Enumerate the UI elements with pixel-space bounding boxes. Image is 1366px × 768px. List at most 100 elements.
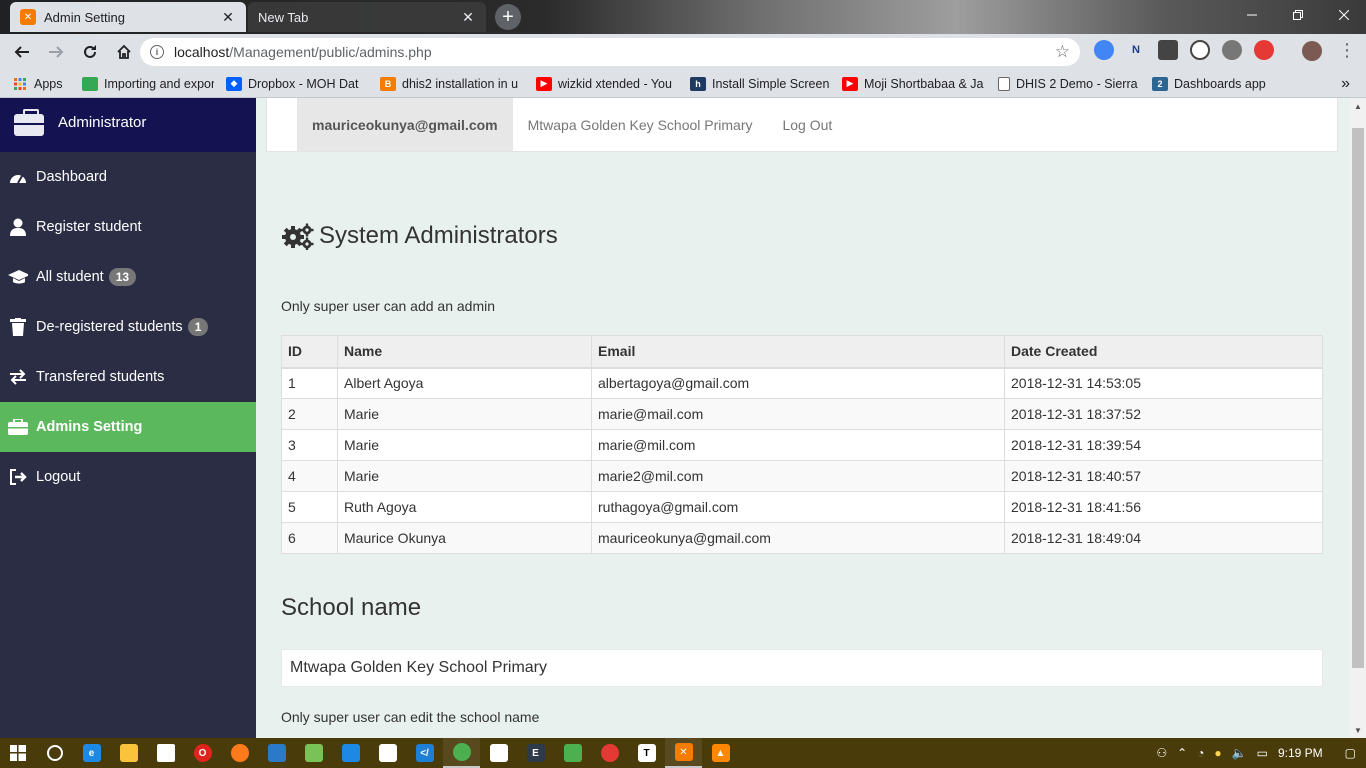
tab-title: Admin Setting — [44, 9, 125, 25]
taskbar-clock[interactable]: 9:19 PM — [1278, 746, 1323, 760]
cell-date: 2018-12-31 18:39:54 — [1004, 429, 1323, 461]
vlc-icon[interactable]: ▲ — [702, 738, 739, 768]
trash-icon — [8, 317, 28, 337]
profile-avatar[interactable] — [1302, 41, 1322, 61]
bookmark-dashboards-app[interactable]: 2 Dashboards app — [1152, 76, 1282, 91]
bookmark-dhis2-demo[interactable]: DHIS 2 Demo - Sierra — [998, 76, 1140, 91]
edge-icon[interactable]: e — [73, 738, 110, 768]
security-icon[interactable]: ● — [1214, 746, 1221, 760]
paint-icon[interactable] — [480, 738, 517, 768]
wifi-icon[interactable]: ◔ — [1197, 746, 1204, 760]
school-name-field[interactable]: Mtwapa Golden Key School Primary — [281, 649, 1323, 687]
sidebar-item-admins-setting[interactable]: Admins Setting — [0, 402, 256, 452]
firefox-icon[interactable] — [221, 738, 258, 768]
vscode-icon[interactable]: </ — [406, 738, 443, 768]
scroll-up-icon[interactable]: ▲ — [1350, 98, 1366, 114]
sidebar-item-label: Admins Setting — [36, 419, 143, 435]
restore-button[interactable] — [1275, 0, 1321, 30]
nav-school-name[interactable]: Mtwapa Golden Key School Primary — [513, 98, 768, 151]
bookmark-moji[interactable]: ▶ Moji Shortbabaa & Ja — [842, 76, 986, 91]
sidebar-item-dashboard[interactable]: Dashboard — [0, 152, 256, 202]
dhis2-icon: 2 — [1152, 76, 1168, 91]
bookmark-install-simple-screen[interactable]: h Install Simple Screen — [690, 76, 830, 91]
adblock-extension-icon[interactable] — [1254, 40, 1274, 60]
page-scrollbar[interactable]: ▲ ▼ — [1350, 98, 1366, 738]
browser-menu-icon[interactable]: ⋮ — [1338, 40, 1356, 61]
n-extension-icon[interactable]: N — [1126, 40, 1146, 60]
file-explorer-icon[interactable] — [110, 738, 147, 768]
sidebar-item-logout[interactable]: Logout — [0, 452, 256, 502]
address-bar[interactable]: i localhost/Management/public/admins.php… — [140, 38, 1080, 66]
home-button[interactable] — [108, 36, 140, 68]
start-button[interactable] — [0, 738, 36, 768]
count-badge: 13 — [108, 268, 137, 286]
eclipse-icon[interactable]: E — [517, 738, 554, 768]
sidebar-item-de-registered-students[interactable]: De-registered students 1 — [0, 302, 256, 352]
spiral-extension-icon[interactable] — [1222, 40, 1242, 60]
cell-name: Marie — [337, 429, 592, 461]
target-app-icon[interactable] — [591, 738, 628, 768]
sidebar-item-register-student[interactable]: Register student — [0, 202, 256, 252]
column-header-id: ID — [281, 335, 338, 369]
sidebar-item-label: Transfered students — [36, 369, 165, 385]
page-title: System Administrators — [281, 216, 1323, 256]
store-icon[interactable] — [147, 738, 184, 768]
mail-icon[interactable] — [369, 738, 406, 768]
bookmark-star-icon[interactable]: ☆ — [1055, 42, 1070, 62]
opera-icon[interactable]: O — [184, 738, 221, 768]
page-icon — [998, 76, 1010, 91]
tab-close-icon[interactable]: ✕ — [460, 9, 476, 25]
briefcase-icon — [14, 109, 44, 136]
browser-tab-strip: ✕ Admin Setting ✕ New Tab ✕ + — [0, 0, 1366, 34]
typora-icon[interactable]: T — [628, 738, 665, 768]
controller-extension-icon[interactable] — [1158, 40, 1178, 60]
back-button[interactable] — [6, 36, 38, 68]
windows-taskbar: e O </ E T ✕ ▲ ⚇ ⌃ ◔ ● 🔈 ▭ 9:19 PM ▢ — [0, 738, 1366, 768]
school-name-note: Only super user can edit the school name — [281, 709, 540, 725]
cell-id: 4 — [281, 460, 338, 492]
sidebar-item-transfered-students[interactable]: Transfered students — [0, 352, 256, 402]
database-icon[interactable] — [554, 738, 591, 768]
tab-new-tab[interactable]: New Tab ✕ — [248, 2, 486, 32]
bookmark-dropbox[interactable]: ◆ Dropbox - MOH Dat — [226, 76, 368, 91]
tab-admin-setting[interactable]: ✕ Admin Setting ✕ — [10, 2, 246, 32]
close-window-button[interactable] — [1321, 0, 1366, 30]
scroll-thumb[interactable] — [1352, 128, 1364, 668]
bookmark-apps[interactable]: Apps — [12, 77, 70, 91]
reload-button[interactable] — [74, 36, 106, 68]
tab-close-icon[interactable]: ✕ — [220, 9, 236, 25]
battery-icon[interactable]: ▭ — [1257, 746, 1268, 760]
admin-notice: Only super user can add an admin — [281, 298, 496, 314]
forward-button[interactable] — [40, 36, 72, 68]
youtube-icon: ▶ — [842, 76, 858, 91]
sidebar: Administrator Dashboard Register student… — [0, 98, 256, 738]
apps-grid-icon — [12, 77, 28, 91]
bookmark-dhis2-installation[interactable]: B dhis2 installation in u — [380, 76, 524, 91]
tab-title: New Tab — [258, 9, 309, 25]
bookmark-importing[interactable]: Importing and expor — [82, 76, 214, 91]
minimize-button[interactable] — [1229, 0, 1275, 30]
sidebar-item-all-student[interactable]: All student 13 — [0, 252, 256, 302]
clock-extension-icon[interactable] — [1190, 40, 1210, 60]
sidebar-item-label: All student — [36, 269, 104, 285]
bookmark-wizkid[interactable]: ▶ wizkid xtended - You — [536, 76, 678, 91]
people-icon[interactable]: ⚇ — [1156, 746, 1167, 760]
site-info-icon[interactable]: i — [150, 45, 164, 59]
cogs-icon — [281, 222, 315, 251]
chrome-icon[interactable] — [443, 738, 480, 768]
cortana-search-icon[interactable] — [36, 738, 73, 768]
nav-logout-link[interactable]: Log Out — [767, 98, 847, 151]
google-drive-extension-icon[interactable] — [1094, 40, 1114, 60]
remote-desktop-icon[interactable] — [258, 738, 295, 768]
user-icon — [8, 217, 28, 237]
android-studio-icon[interactable] — [295, 738, 332, 768]
nav-user-email[interactable]: mauriceokunya@gmail.com — [297, 98, 513, 151]
xampp-icon[interactable]: ✕ — [665, 738, 702, 768]
volume-icon[interactable]: 🔈 — [1232, 746, 1247, 760]
show-hidden-icons-icon[interactable]: ⌃ — [1177, 746, 1187, 760]
bookmarks-overflow-icon[interactable]: » — [1341, 75, 1350, 93]
scroll-down-icon[interactable]: ▼ — [1350, 722, 1366, 738]
notifications-icon[interactable]: ▢ — [1345, 746, 1356, 760]
new-tab-button[interactable]: + — [495, 4, 521, 30]
windows-tiles-icon[interactable] — [332, 738, 369, 768]
